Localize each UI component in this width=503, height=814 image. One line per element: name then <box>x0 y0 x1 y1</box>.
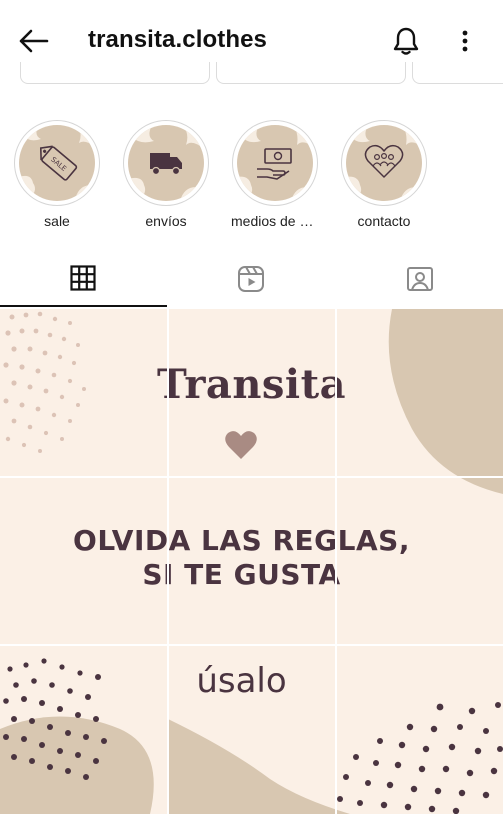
posts-grid: Transita OLVIDA LAS REGLAS, SI TE GUSTA … <box>0 309 503 814</box>
more-vertical-icon <box>462 30 468 52</box>
profile-username: transita.clothes <box>88 26 267 53</box>
post-tile-2[interactable] <box>168 309 335 476</box>
sale-tag-icon: SALE <box>39 145 78 181</box>
highlight-label: contacto <box>357 213 411 229</box>
post-tile-6[interactable] <box>336 477 503 644</box>
post-tile-8[interactable] <box>168 645 335 814</box>
highlight-sale[interactable]: SALE sale <box>13 120 101 229</box>
money-hand-icon <box>257 148 292 180</box>
tab-tagged[interactable] <box>336 255 503 305</box>
highlight-envios[interactable]: envíos <box>122 120 210 229</box>
notifications-button[interactable] <box>390 25 422 57</box>
grid-divider <box>0 644 503 646</box>
post-tile-5[interactable] <box>168 477 335 644</box>
grid-icon <box>70 265 96 291</box>
tab-grid[interactable] <box>0 255 167 305</box>
highlight-medios-de-pago[interactable]: medios de pa… <box>231 120 319 229</box>
arrow-left-icon <box>19 29 49 53</box>
grid-divider <box>0 476 503 478</box>
post-tile-4[interactable] <box>0 477 167 644</box>
profile-action-button-2[interactable] <box>216 62 406 84</box>
more-options-button[interactable] <box>452 25 478 57</box>
grid-divider <box>335 309 337 814</box>
tab-reels[interactable] <box>168 255 335 305</box>
svg-text:SALE: SALE <box>49 156 68 173</box>
post-tile-3[interactable] <box>336 309 503 476</box>
active-tab-indicator <box>0 305 167 307</box>
profile-action-button-1[interactable] <box>20 62 210 84</box>
bell-icon <box>393 27 419 55</box>
highlight-contacto[interactable]: contacto <box>340 120 428 229</box>
truck-icon <box>150 153 182 176</box>
post-tile-9[interactable] <box>336 645 503 814</box>
profile-action-button-3[interactable] <box>412 62 503 84</box>
grid-divider <box>167 309 169 814</box>
highlight-label: envíos <box>145 213 187 229</box>
post-tile-7[interactable] <box>0 645 167 814</box>
highlight-label: sale <box>44 213 70 229</box>
post-tile-1[interactable] <box>0 309 167 476</box>
profile-tabs <box>0 255 503 307</box>
tagged-user-icon <box>407 267 433 291</box>
people-heart-icon <box>364 144 404 178</box>
back-button[interactable] <box>16 26 50 56</box>
reels-icon <box>238 266 264 292</box>
highlight-label: medios de pa… <box>231 213 319 229</box>
